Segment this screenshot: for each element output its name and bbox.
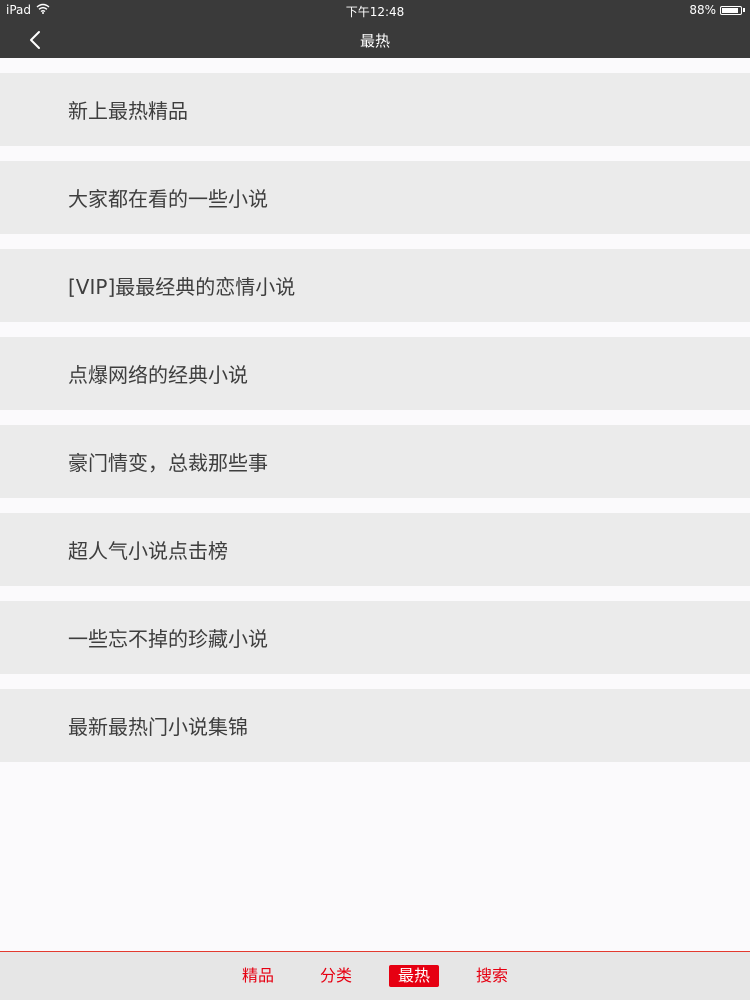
navigation-bar: 最热 bbox=[0, 20, 750, 58]
list-item[interactable]: 点爆网络的经典小说 bbox=[0, 337, 750, 410]
list-item-label: [VIP]最最经典的恋情小说 bbox=[68, 275, 296, 299]
list-item[interactable]: 新上最热精品 bbox=[0, 73, 750, 146]
list-item-label: 一些忘不掉的珍藏小说 bbox=[68, 627, 268, 651]
list-item-label: 大家都在看的一些小说 bbox=[68, 187, 268, 211]
status-right: 88% bbox=[689, 3, 745, 17]
list-item[interactable]: [VIP]最最经典的恋情小说 bbox=[0, 249, 750, 322]
tab-featured[interactable]: 精品 bbox=[238, 965, 278, 987]
ranking-list: 新上最热精品 大家都在看的一些小说 [VIP]最最经典的恋情小说 点爆网络的经典… bbox=[0, 73, 750, 777]
battery-icon bbox=[720, 5, 742, 15]
list-item[interactable]: 超人气小说点击榜 bbox=[0, 513, 750, 586]
tab-categories[interactable]: 分类 bbox=[316, 965, 356, 987]
list-item-label: 最新最热门小说集锦 bbox=[68, 715, 248, 739]
tab-search[interactable]: 搜索 bbox=[472, 965, 512, 987]
page-title: 最热 bbox=[359, 32, 390, 50]
battery-tip bbox=[743, 8, 745, 12]
tab-hottest[interactable]: 最热 bbox=[389, 965, 439, 987]
chevron-left-icon bbox=[30, 31, 40, 49]
battery-fill bbox=[722, 7, 738, 13]
status-bar: iPad 下午12:48 88% bbox=[0, 0, 750, 20]
list-item-label: 超人气小说点击榜 bbox=[68, 539, 228, 563]
battery-percent: 88% bbox=[689, 3, 716, 17]
list-item[interactable]: 最新最热门小说集锦 bbox=[0, 689, 750, 762]
back-button[interactable] bbox=[22, 27, 48, 53]
list-item-label: 点爆网络的经典小说 bbox=[68, 363, 248, 387]
list-item-label: 新上最热精品 bbox=[68, 99, 188, 123]
list-item[interactable]: 大家都在看的一些小说 bbox=[0, 161, 750, 234]
list-item[interactable]: 一些忘不掉的珍藏小说 bbox=[0, 601, 750, 674]
tab-bar: 精品 分类 最热 搜索 bbox=[0, 951, 750, 1000]
list-item-label: 豪门情变，总裁那些事 bbox=[68, 451, 268, 475]
list-item[interactable]: 豪门情变，总裁那些事 bbox=[0, 425, 750, 498]
status-time: 下午12:48 bbox=[345, 5, 405, 19]
